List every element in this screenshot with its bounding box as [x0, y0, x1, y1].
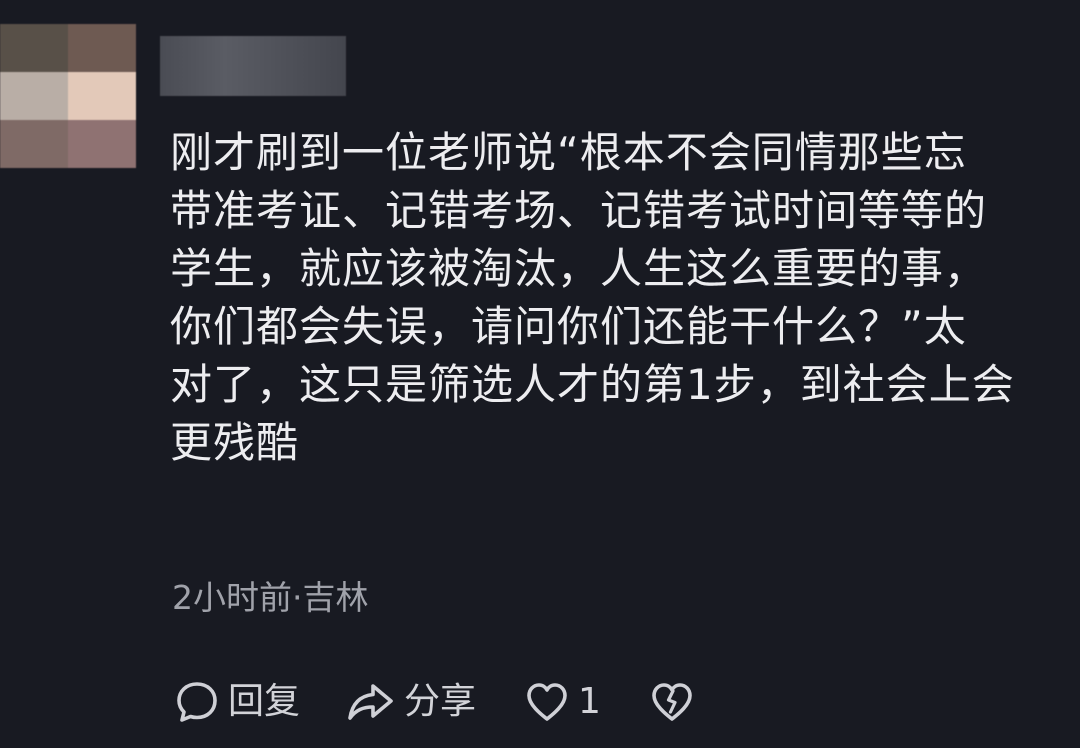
share-button[interactable]: 分享	[346, 679, 476, 725]
avatar-pixel	[0, 120, 68, 168]
comment-line: 带准考证、记错考场、记错考试时间等等的	[170, 186, 988, 235]
heart-icon	[524, 680, 570, 724]
speech-bubble-icon	[174, 679, 220, 725]
reply-button[interactable]: 回复	[174, 679, 300, 725]
avatar[interactable]	[0, 24, 136, 168]
avatar-pixel	[0, 24, 68, 72]
avatar-pixel	[68, 24, 136, 72]
like-count: 1	[578, 681, 601, 722]
broken-heart-icon	[649, 680, 695, 724]
username-text	[160, 36, 161, 37]
reply-label: 回复	[228, 681, 301, 722]
avatar-pixel	[68, 120, 136, 168]
username-blurred[interactable]	[160, 36, 346, 96]
share-label: 分享	[404, 681, 477, 722]
avatar-pixel	[0, 72, 68, 120]
comment-line: 刚才刷到一位老师说“根本不会同情那些忘	[170, 128, 967, 177]
comment-line: 学生，就应该被淘汰，人生这么重要的事，	[170, 244, 988, 293]
comment-line: 对了，这只是筛选人才的第1步，到社会上会	[170, 360, 1015, 409]
comment-line: 你们都会失误，请问你们还能干什么？”太	[170, 302, 967, 351]
dislike-button[interactable]	[649, 680, 695, 724]
comment-text: 刚才刷到一位老师说“根本不会同情那些忘 带准考证、记错考场、记错考试时间等等的 …	[170, 124, 1050, 472]
avatar-pixel	[68, 72, 136, 120]
share-arrow-icon	[346, 679, 396, 725]
comment-meta: 2小时前·吉林	[172, 578, 369, 617]
comment-line: 更残酷	[170, 418, 300, 467]
like-button[interactable]: 1	[524, 680, 601, 724]
comment-actions: 回复 分享 1	[174, 672, 695, 732]
